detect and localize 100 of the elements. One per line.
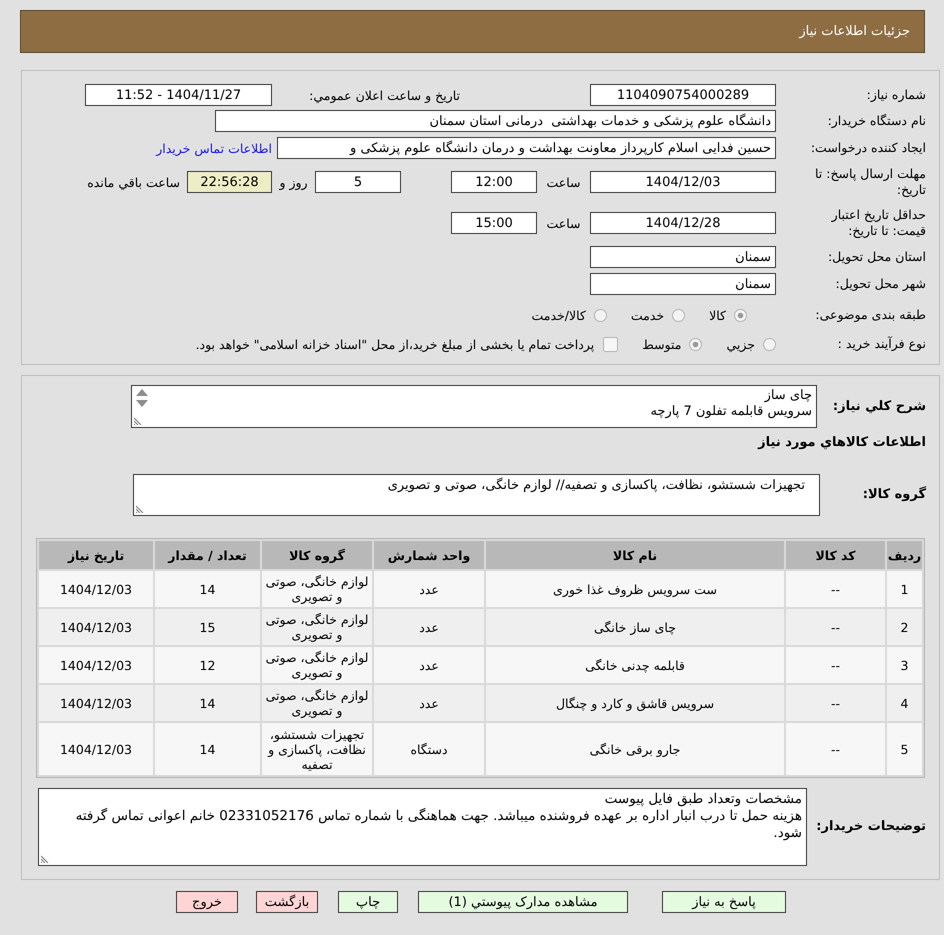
column-header: واحد شمارش [374, 541, 484, 569]
field-label: شرح کلي نياز: [832, 398, 926, 416]
buyer-org-field[interactable]: دانشگاه علوم پزشکی و خدمات بهداشتی درمانی استان سمنان [215, 110, 776, 132]
field-label: حداقل تاريخ اعتبار قيمت: تا تاريخ: [830, 207, 926, 239]
table-cell: تجهیزات شستشو، نظافت، پاکسازی و تصفیه [262, 723, 372, 775]
remaining-label: ساعت باقي مانده [87, 174, 180, 190]
table-cell: لوازم خانگی، صوتی و تصویری [262, 647, 372, 683]
table-cell: 1404/12/03 [39, 609, 153, 645]
buyer-notes-field[interactable]: مشخصات وتعداد طبق فایل پیوست هزینه حمل تا درب انبار اداره بر عهده فروشنده میباشد. جهت هماهنگی با شماره تماس 02331052176 خانم اعوانی تماس گرفته شود. [38, 788, 807, 866]
table-cell: -- [786, 609, 885, 645]
table-cell: 1404/12/03 [39, 685, 153, 721]
table-cell: 14 [155, 723, 260, 775]
field-label: توضیحات خریدار: [815, 818, 926, 836]
days-field[interactable]: 5 [315, 171, 401, 193]
deadline-time-field[interactable]: 12:00 [451, 171, 537, 193]
description-line: چای ساز [763, 388, 812, 404]
table-cell: 4 [887, 685, 922, 721]
section-heading: اطلاعات کالاهاي مورد نياز [756, 434, 926, 452]
radio-label: کالا/خدمت [531, 308, 586, 322]
field-label: طبقه بندی موضوعی: [814, 307, 926, 323]
table-cell: 1404/12/03 [39, 647, 153, 683]
time-label: ساعت [545, 174, 582, 190]
scroll-down-icon[interactable] [136, 400, 148, 407]
field-label: گروه کالا: [862, 485, 926, 504]
table-cell: 5 [887, 723, 922, 775]
time-label: ساعت [545, 216, 582, 230]
table-cell: 14 [155, 685, 260, 721]
field-label: نوع فرآیند خرید : [836, 336, 926, 352]
days-label: روز و [278, 174, 309, 190]
province-field[interactable]: سمنان [590, 246, 776, 268]
radio-icon[interactable] [594, 308, 607, 322]
field-label: شهر محل تحويل: [834, 276, 926, 292]
attachments-button[interactable]: مشاهده مدارک پيوستي (1) [418, 891, 628, 913]
radio-label: جزيي [726, 336, 755, 352]
radio-label: خدمت [630, 308, 664, 322]
field-label: مهلت ارسال پاسخ: تا تاریخ: [814, 166, 926, 198]
table-cell: عدد [374, 685, 484, 721]
table-cell: -- [786, 685, 885, 721]
description-field[interactable]: چای ساز سرویس قابلمه تفلون 7 پارچه [131, 385, 817, 428]
announce-date-field[interactable]: 1404/11/27 - 11:52 [85, 84, 272, 106]
table-cell: قابلمه چدنی خانگی [486, 647, 784, 683]
reply-button[interactable]: پاسخ به نياز [662, 891, 786, 913]
column-header: تعداد / مقدار [155, 541, 260, 569]
table-cell: عدد [374, 571, 484, 607]
requester-field[interactable]: حسین فدایی اسلام کارپرداز معاونت بهداشت و درمان دانشگاه علوم پزشکی و [277, 137, 776, 159]
print-button[interactable]: چاپ [338, 891, 398, 913]
table-cell: عدد [374, 609, 484, 645]
table-cell: لوازم خانگی، صوتی و تصویری [262, 685, 372, 721]
column-header: گروه کالا [262, 541, 372, 569]
field-label: تاريخ و ساعت اعلان عمومي: [308, 88, 460, 102]
goods-group-field[interactable]: تجهیزات شستشو، نظافت، پاکسازی و تصفیه// لوازم خانگی، صوتی و تصویری [133, 474, 820, 516]
radio-icon[interactable] [763, 338, 776, 350]
radio-label: کالا [709, 308, 726, 322]
resize-grip-icon[interactable] [41, 855, 49, 863]
need-number-field[interactable]: 1104090754000289 [590, 84, 776, 106]
buyer-contact-link[interactable]: اطلاعات تماس خريدار [156, 140, 272, 156]
checkbox-label: پرداخت تمام يا بخشی از مبلغ خرید،از محل "اسناد خزانه اسلامی" خواهد بود. [196, 336, 594, 352]
column-header: تاريخ نياز [39, 541, 153, 569]
radio-icon[interactable] [672, 308, 686, 322]
field-label: ايجاد کننده درخواست: [810, 140, 926, 156]
resize-grip-icon[interactable] [136, 505, 144, 513]
remaining-time-field[interactable]: 22:56:28 [187, 171, 272, 193]
city-field[interactable]: سمنان [590, 273, 776, 295]
table-cell: -- [786, 571, 885, 607]
table-cell: 2 [887, 609, 922, 645]
table-cell: جارو برقی خانگی [486, 723, 784, 775]
table-cell: لوازم خانگی، صوتی و تصویری [262, 609, 372, 645]
field-label: نام دستگاه خريدار: [826, 113, 926, 129]
table-cell: 3 [887, 647, 922, 683]
back-button[interactable]: بازگشت [256, 891, 318, 913]
table-cell: -- [786, 723, 885, 775]
table-cell: 12 [155, 647, 260, 683]
exit-button[interactable]: خروج [176, 891, 238, 913]
table-cell: -- [786, 647, 885, 683]
table-cell: 15 [155, 609, 260, 645]
table-cell: 1 [887, 571, 922, 607]
field-label: شماره نیاز: [866, 87, 926, 103]
table-cell: ست سرویس ظروف غذا خوری [486, 571, 784, 607]
table-cell: دستگاه [374, 723, 484, 775]
table-cell: 1404/12/03 [39, 723, 153, 775]
validity-time-field[interactable]: 15:00 [451, 212, 537, 234]
scroll-up-icon[interactable] [136, 389, 148, 396]
table-cell: 14 [155, 571, 260, 607]
validity-date-field[interactable]: 1404/12/28 [590, 212, 776, 234]
column-header: نام کالا [486, 541, 784, 569]
description-line: سرویس قابلمه تفلون 7 پارچه [649, 404, 812, 420]
table-cell: لوازم خانگی، صوتی و تصویری [262, 571, 372, 607]
radio-icon[interactable] [689, 338, 702, 350]
resize-grip-icon[interactable] [134, 417, 142, 425]
radio-label: متوسط [642, 336, 682, 352]
notes-text: هزینه حمل تا درب انبار اداره بر عهده فروشنده میباشد. جهت هماهنگی با شماره تماس 02331052176 خانم اعوانی تماس گرفته شود. [74, 808, 802, 842]
radio-icon[interactable] [734, 308, 747, 322]
deadline-date-field[interactable]: 1404/12/03 [590, 171, 776, 193]
column-header: ردیف [887, 541, 922, 569]
table-cell: 1404/12/03 [39, 571, 153, 607]
table-cell: چای ساز خانگی [486, 609, 784, 645]
table-cell: سرویس قاشق و کارد و چنگال [486, 685, 784, 721]
column-header: کد کالا [786, 541, 885, 569]
checkbox-icon[interactable] [603, 336, 618, 352]
page-title: جزئیات اطلاعات نیاز [799, 24, 910, 39]
